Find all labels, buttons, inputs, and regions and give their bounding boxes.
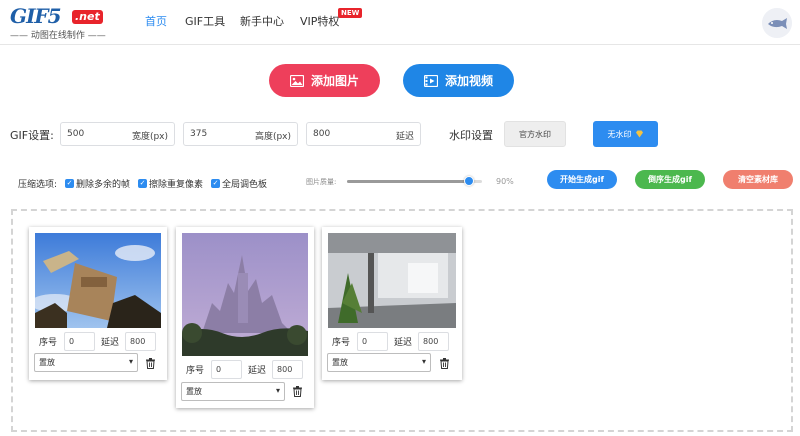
frame-mode-select[interactable]: 置放 ▾ bbox=[34, 353, 138, 372]
option-global-palette[interactable]: ✓ 全局调色板 bbox=[211, 177, 267, 190]
frame-thumbnail bbox=[328, 233, 456, 328]
start-generate-button[interactable]: 开始生成gif bbox=[547, 170, 617, 189]
checkbox-checked-icon[interactable]: ✓ bbox=[138, 179, 147, 188]
avatar[interactable] bbox=[762, 8, 792, 38]
seq-input[interactable] bbox=[357, 332, 389, 351]
trash-icon[interactable] bbox=[292, 386, 303, 397]
frame-mode-value: 置放 bbox=[332, 358, 348, 367]
fish-avatar-icon bbox=[762, 8, 792, 38]
logo-net-badge: .net bbox=[72, 10, 103, 24]
delay-field[interactable]: 延迟 bbox=[306, 122, 421, 146]
height-input[interactable] bbox=[190, 123, 240, 145]
nav-vip[interactable]: VIP特权 bbox=[300, 13, 339, 29]
frame-thumbnail bbox=[35, 233, 161, 328]
nav-home[interactable]: 首页 bbox=[145, 13, 167, 29]
new-badge: NEW bbox=[338, 8, 363, 18]
official-watermark-button[interactable]: 官方水印 bbox=[504, 121, 566, 147]
width-unit: 宽度(px) bbox=[131, 132, 168, 142]
height-field[interactable]: 高度(px) bbox=[183, 122, 298, 146]
gif-settings-label: GIF设置: bbox=[10, 129, 54, 142]
nav-beginner-center[interactable]: 新手中心 bbox=[240, 13, 284, 29]
frame-mode-value: 置放 bbox=[39, 358, 55, 367]
diamond-icon bbox=[635, 130, 643, 138]
reverse-generate-label: 倒序生成gif bbox=[648, 175, 692, 184]
checkbox-checked-icon[interactable]: ✓ bbox=[211, 179, 220, 188]
frame-card[interactable]: 序号 延迟 置放 ▾ bbox=[176, 227, 314, 408]
delay-input[interactable] bbox=[125, 332, 157, 351]
add-image-button[interactable]: 添加图片 bbox=[269, 64, 380, 97]
reverse-generate-button[interactable]: 倒序生成gif bbox=[635, 170, 705, 189]
height-unit: 高度(px) bbox=[254, 132, 291, 142]
chevron-down-icon: ▾ bbox=[275, 386, 280, 395]
logo-tagline: —— 动图在线制作 —— bbox=[10, 31, 106, 41]
site-logo[interactable]: GIF5 .net —— 动图在线制作 —— bbox=[10, 4, 110, 42]
quality-label: 图片质量: bbox=[306, 178, 337, 186]
frame-mode-value: 置放 bbox=[186, 387, 202, 396]
frame-card[interactable]: 序号 延迟 置放 ▾ bbox=[322, 227, 462, 380]
delay-input[interactable] bbox=[272, 360, 304, 379]
image-icon bbox=[289, 74, 304, 87]
add-video-button[interactable]: 添加视频 bbox=[403, 64, 514, 97]
quality-slider-fill bbox=[347, 180, 469, 183]
chevron-down-icon: ▾ bbox=[421, 357, 426, 366]
add-video-label: 添加视频 bbox=[444, 74, 493, 88]
delay-label: 延迟 bbox=[394, 338, 413, 348]
clear-library-label: 清空素材库 bbox=[738, 175, 778, 184]
width-input[interactable] bbox=[67, 123, 117, 145]
seq-label: 序号 bbox=[332, 338, 351, 348]
add-image-label: 添加图片 bbox=[310, 74, 359, 88]
nav-gif-tools[interactable]: GIF工具 bbox=[185, 13, 225, 29]
quality-value: 90% bbox=[496, 177, 514, 186]
width-field[interactable]: 宽度(px) bbox=[60, 122, 175, 146]
seq-input[interactable] bbox=[211, 360, 243, 379]
delay-label: 延迟 bbox=[248, 366, 267, 376]
no-watermark-button[interactable]: 无水印 bbox=[593, 121, 658, 147]
clear-library-button[interactable]: 清空素材库 bbox=[723, 170, 793, 189]
frame-mode-select[interactable]: 置放 ▾ bbox=[181, 382, 285, 401]
video-icon bbox=[423, 74, 438, 87]
quality-slider-handle[interactable] bbox=[463, 176, 474, 186]
frame-card[interactable]: 序号 延迟 置放 ▾ bbox=[29, 227, 167, 380]
official-watermark-label: 官方水印 bbox=[519, 129, 551, 139]
seq-label: 序号 bbox=[186, 366, 205, 376]
frame-mode-select[interactable]: 置放 ▾ bbox=[327, 353, 431, 372]
option-erase-pixels[interactable]: ✓ 擦除重复像素 bbox=[138, 177, 203, 190]
start-generate-label: 开始生成gif bbox=[560, 175, 604, 184]
watermark-label: 水印设置 bbox=[449, 129, 493, 142]
seq-input[interactable] bbox=[64, 332, 96, 351]
option-global-palette-label: 全局调色板 bbox=[222, 180, 268, 190]
trash-icon[interactable] bbox=[145, 358, 156, 369]
top-header: GIF5 .net —— 动图在线制作 —— 首页 GIF工具 新手中心 VIP… bbox=[0, 0, 800, 45]
option-erase-pixels-label: 擦除重复像素 bbox=[149, 180, 204, 190]
no-watermark-label: 无水印 bbox=[607, 129, 632, 139]
delay-input[interactable] bbox=[418, 332, 450, 351]
chevron-down-icon: ▾ bbox=[128, 357, 133, 366]
seq-label: 序号 bbox=[39, 338, 58, 348]
checkbox-checked-icon[interactable]: ✓ bbox=[65, 179, 74, 188]
logo-text: GIF5 bbox=[10, 4, 62, 28]
delay-label: 延迟 bbox=[101, 338, 120, 348]
frame-thumbnail bbox=[182, 233, 308, 356]
quality-slider[interactable] bbox=[347, 176, 482, 186]
delay-input[interactable] bbox=[313, 123, 363, 145]
trash-icon[interactable] bbox=[439, 358, 450, 369]
delay-unit: 延迟 bbox=[395, 132, 414, 142]
option-drop-frames[interactable]: ✓ 删除多余的帧 bbox=[65, 177, 130, 190]
compress-label: 压缩选项: bbox=[18, 180, 58, 190]
option-drop-frames-label: 删除多余的帧 bbox=[76, 180, 131, 190]
